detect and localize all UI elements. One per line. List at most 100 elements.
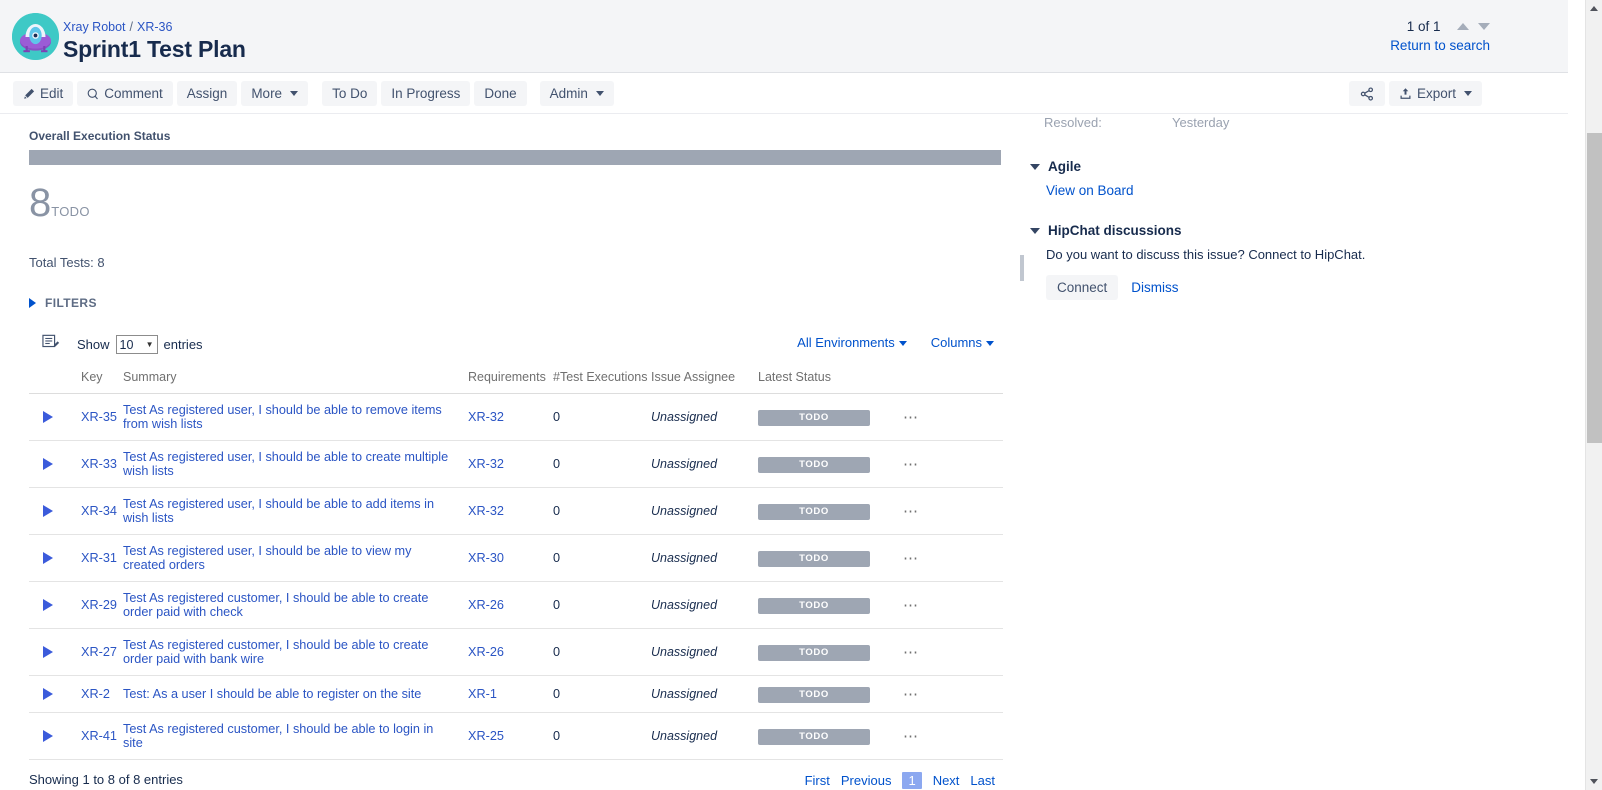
- col-key[interactable]: Key: [81, 370, 123, 394]
- previous-issue-icon[interactable]: [1457, 23, 1470, 30]
- in-progress-status-button[interactable]: In Progress: [381, 81, 471, 106]
- agile-module-header[interactable]: Agile: [1030, 159, 1530, 174]
- pagination-next[interactable]: Next: [933, 773, 960, 788]
- expand-row-icon[interactable]: [43, 505, 53, 517]
- assign-button[interactable]: Assign: [176, 81, 238, 106]
- row-actions-menu-icon[interactable]: ⋯: [893, 409, 919, 426]
- row-requirements-cell: XR-26: [468, 628, 553, 676]
- row-actions-menu-icon[interactable]: ⋯: [893, 644, 919, 661]
- pagination-page-1[interactable]: 1: [902, 772, 922, 789]
- test-summary-link[interactable]: Test As registered user, I should be abl…: [123, 497, 434, 525]
- requirement-link[interactable]: XR-26: [468, 598, 504, 612]
- row-status-cell: TODO: [758, 712, 893, 760]
- assignee-value: Unassigned: [651, 457, 718, 471]
- col-summary[interactable]: Summary: [123, 370, 468, 394]
- expand-row-icon[interactable]: [43, 599, 53, 611]
- todo-status-button[interactable]: To Do: [322, 81, 378, 106]
- requirement-link[interactable]: XR-32: [468, 410, 504, 424]
- columns-dropdown[interactable]: Columns: [931, 335, 994, 350]
- row-actions-menu-icon[interactable]: ⋯: [893, 686, 919, 703]
- environments-dropdown[interactable]: All Environments: [797, 335, 907, 350]
- test-key-link[interactable]: XR-35: [81, 410, 117, 424]
- col-requirements[interactable]: Requirements: [468, 370, 553, 394]
- col-test-executions[interactable]: #Test Executions: [553, 370, 651, 394]
- row-actions-menu-icon[interactable]: ⋯: [893, 456, 919, 473]
- bulk-edit-icon[interactable]: [42, 334, 60, 351]
- assignee-value: Unassigned: [651, 645, 718, 659]
- export-button[interactable]: Export: [1388, 81, 1482, 106]
- scrollbar-thumb[interactable]: [1587, 133, 1602, 443]
- row-summary-cell: Test As registered user, I should be abl…: [123, 534, 468, 582]
- breadcrumb-project-link[interactable]: Xray Robot: [63, 20, 126, 34]
- row-test-executions-cell: 0: [553, 675, 651, 713]
- test-summary-link[interactable]: Test As registered customer, I should be…: [123, 722, 433, 750]
- test-summary-link[interactable]: Test: As a user I should be able to regi…: [123, 687, 421, 701]
- browser-scrollbar[interactable]: [1585, 0, 1602, 790]
- test-summary-link[interactable]: Test As registered customer, I should be…: [123, 638, 428, 666]
- test-key-link[interactable]: XR-34: [81, 504, 117, 518]
- page-gutter: [1568, 0, 1585, 790]
- sidebar-module-hipchat: HipChat discussions Do you want to discu…: [1030, 223, 1530, 300]
- col-latest-status[interactable]: Latest Status: [758, 370, 893, 394]
- requirement-link[interactable]: XR-26: [468, 645, 504, 659]
- row-actions-menu-icon[interactable]: ⋯: [893, 550, 919, 567]
- test-key-link[interactable]: XR-31: [81, 551, 117, 565]
- entries-per-page-select[interactable]: 10 ▼: [115, 335, 158, 354]
- pagination-last[interactable]: Last: [970, 773, 995, 788]
- environments-label: All Environments: [797, 335, 895, 350]
- row-actions-menu-icon[interactable]: ⋯: [893, 503, 919, 520]
- expand-row-icon[interactable]: [43, 552, 53, 564]
- requirement-link[interactable]: XR-32: [468, 504, 504, 518]
- row-key-cell: XR-35: [81, 393, 123, 441]
- requirement-link[interactable]: XR-25: [468, 729, 504, 743]
- issue-nav-arrows: [1452, 18, 1490, 33]
- requirement-link[interactable]: XR-1: [468, 687, 497, 701]
- row-actions-cell: ⋯: [893, 712, 1003, 760]
- row-actions-menu-icon[interactable]: ⋯: [893, 597, 919, 614]
- chevron-down-icon: [986, 341, 994, 347]
- comment-button[interactable]: Comment: [77, 81, 173, 106]
- more-button[interactable]: More: [241, 81, 309, 106]
- test-summary-link[interactable]: Test As registered user, I should be abl…: [123, 403, 442, 431]
- col-issue-assignee[interactable]: Issue Assignee: [651, 370, 758, 394]
- expand-row-icon[interactable]: [43, 458, 53, 470]
- test-summary-link[interactable]: Test As registered user, I should be abl…: [123, 544, 411, 572]
- expand-row-icon[interactable]: [43, 646, 53, 658]
- test-summary-link[interactable]: Test As registered customer, I should be…: [123, 591, 428, 619]
- requirement-link[interactable]: XR-32: [468, 457, 504, 471]
- status-badge: TODO: [758, 456, 870, 473]
- row-actions-menu-icon[interactable]: ⋯: [893, 728, 919, 745]
- admin-button[interactable]: Admin: [539, 81, 614, 106]
- table-footer: Showing 1 to 8 of 8 entries First Previo…: [29, 772, 1003, 790]
- test-key-link[interactable]: XR-33: [81, 457, 117, 471]
- test-summary-link[interactable]: Test As registered user, I should be abl…: [123, 450, 448, 478]
- filters-toggle[interactable]: FILTERS: [29, 296, 1004, 310]
- pagination-previous[interactable]: Previous: [841, 773, 892, 788]
- return-to-search-link[interactable]: Return to search: [1390, 38, 1490, 53]
- breadcrumb-issue-link[interactable]: XR-36: [137, 20, 172, 34]
- next-issue-icon[interactable]: [1478, 23, 1490, 30]
- share-button[interactable]: [1348, 81, 1385, 106]
- row-key-cell: XR-33: [81, 440, 123, 488]
- edit-button[interactable]: Edit: [13, 81, 74, 106]
- test-key-link[interactable]: XR-27: [81, 645, 117, 659]
- view-on-board-link[interactable]: View on Board: [1046, 183, 1134, 198]
- hipchat-module-header[interactable]: HipChat discussions: [1030, 223, 1530, 238]
- test-key-link[interactable]: XR-29: [81, 598, 117, 612]
- done-status-button[interactable]: Done: [474, 81, 527, 106]
- expand-row-icon[interactable]: [43, 688, 53, 700]
- hipchat-connect-button[interactable]: Connect: [1046, 275, 1119, 300]
- hipchat-dismiss-link[interactable]: Dismiss: [1131, 280, 1178, 295]
- test-key-link[interactable]: XR-2: [81, 687, 110, 701]
- hipchat-actions: Connect Dismiss: [1046, 275, 1530, 300]
- table-row: XR-33 Test As registered user, I should b…: [29, 440, 1003, 488]
- scroll-down-arrow-icon[interactable]: [1586, 773, 1602, 790]
- row-test-executions-cell: 0: [553, 393, 651, 441]
- test-key-link[interactable]: XR-41: [81, 729, 117, 743]
- pagination-first[interactable]: First: [805, 773, 830, 788]
- requirement-link[interactable]: XR-30: [468, 551, 504, 565]
- scroll-up-arrow-icon[interactable]: [1586, 0, 1602, 17]
- row-status-cell: TODO: [758, 393, 893, 441]
- expand-row-icon[interactable]: [43, 411, 53, 423]
- expand-row-icon[interactable]: [43, 730, 53, 742]
